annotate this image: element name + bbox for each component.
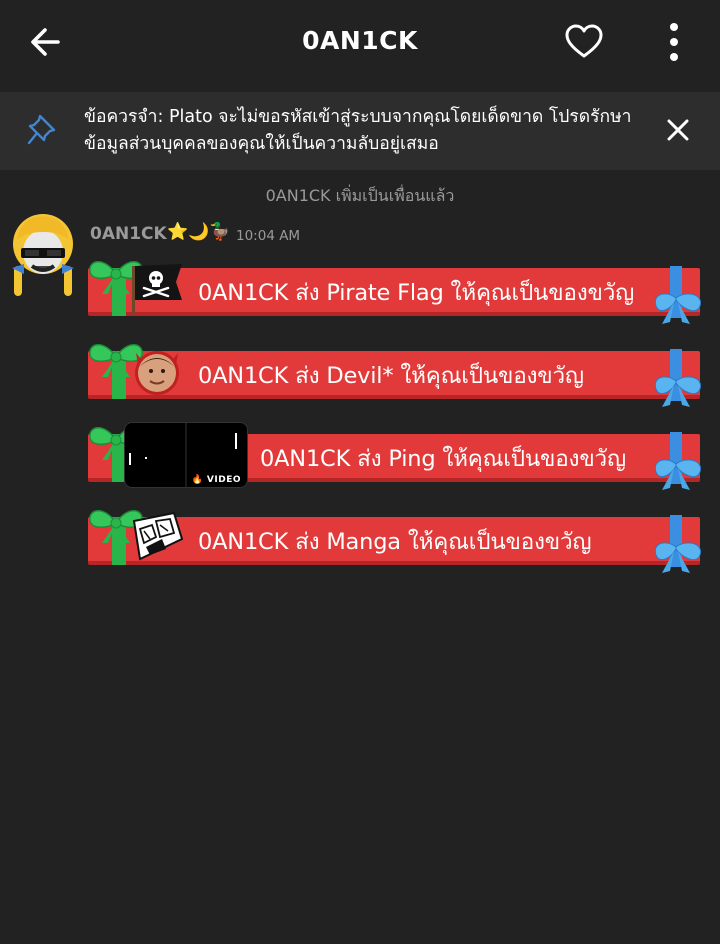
chat-title: 0AN1CK	[302, 26, 418, 55]
video-tag: 🔥 VIDEO	[191, 475, 241, 485]
safety-notice-banner: ข้อควรจำ: Plato จะไม่ขอรหัสเข้าสู่ระบบจา…	[0, 92, 720, 170]
message-time: 10:04 AM	[236, 228, 301, 244]
pirate-flag-icon	[132, 264, 182, 314]
gift-label: 0AN1CK ส่ง Pirate Flag ให้คุณเป็นของขวัญ	[198, 280, 635, 306]
gift-label: 0AN1CK ส่ง Ping ให้คุณเป็นของขวัญ	[260, 446, 626, 472]
gift-label: 0AN1CK ส่ง Devil* ให้คุณเป็นของขวัญ	[198, 363, 584, 389]
notice-text: ข้อควรจำ: Plato จะไม่ขอรหัสเข้าสู่ระบบจา…	[84, 107, 632, 154]
gift-label: 0AN1CK ส่ง Manga ให้คุณเป็นของขวัญ	[198, 529, 592, 555]
manga-icon	[132, 511, 184, 561]
gift-message-pirate-flag[interactable]: 0AN1CK ส่ง Pirate Flag ให้คุณเป็นของขวัญ	[88, 261, 702, 324]
blue-ribbon-icon	[654, 432, 702, 490]
blue-ribbon-icon	[654, 349, 702, 407]
close-icon[interactable]	[664, 116, 692, 144]
blue-ribbon-icon	[654, 266, 702, 324]
blue-ribbon-icon	[654, 515, 702, 573]
more-vertical-icon[interactable]	[658, 20, 690, 64]
devil-avatar-icon	[135, 351, 179, 395]
pin-icon	[27, 114, 56, 145]
gift-message-ping[interactable]: 🔥 VIDEO 0AN1CK ส่ง Ping ให้คุณเป็นของขวั…	[88, 422, 702, 490]
friend-added-system-message: 0AN1CK เพิ่มเป็นเพื่อนแล้ว	[265, 186, 455, 205]
sender-name[interactable]: 0AN1CK	[90, 224, 167, 244]
gift-message-devil[interactable]: 0AN1CK ส่ง Devil* ให้คุณเป็นของขวัญ	[88, 344, 702, 407]
sender-badges: ⭐🌙🦆	[167, 222, 231, 242]
sender-avatar[interactable]	[10, 210, 76, 296]
gift-message-manga[interactable]: 0AN1CK ส่ง Manga ให้คุณเป็นของขวัญ	[88, 510, 702, 573]
top-bar: 0AN1CK	[0, 0, 720, 84]
ping-video-thumbnail[interactable]: 🔥 VIDEO	[124, 422, 248, 488]
heart-outline-icon[interactable]	[564, 22, 604, 62]
